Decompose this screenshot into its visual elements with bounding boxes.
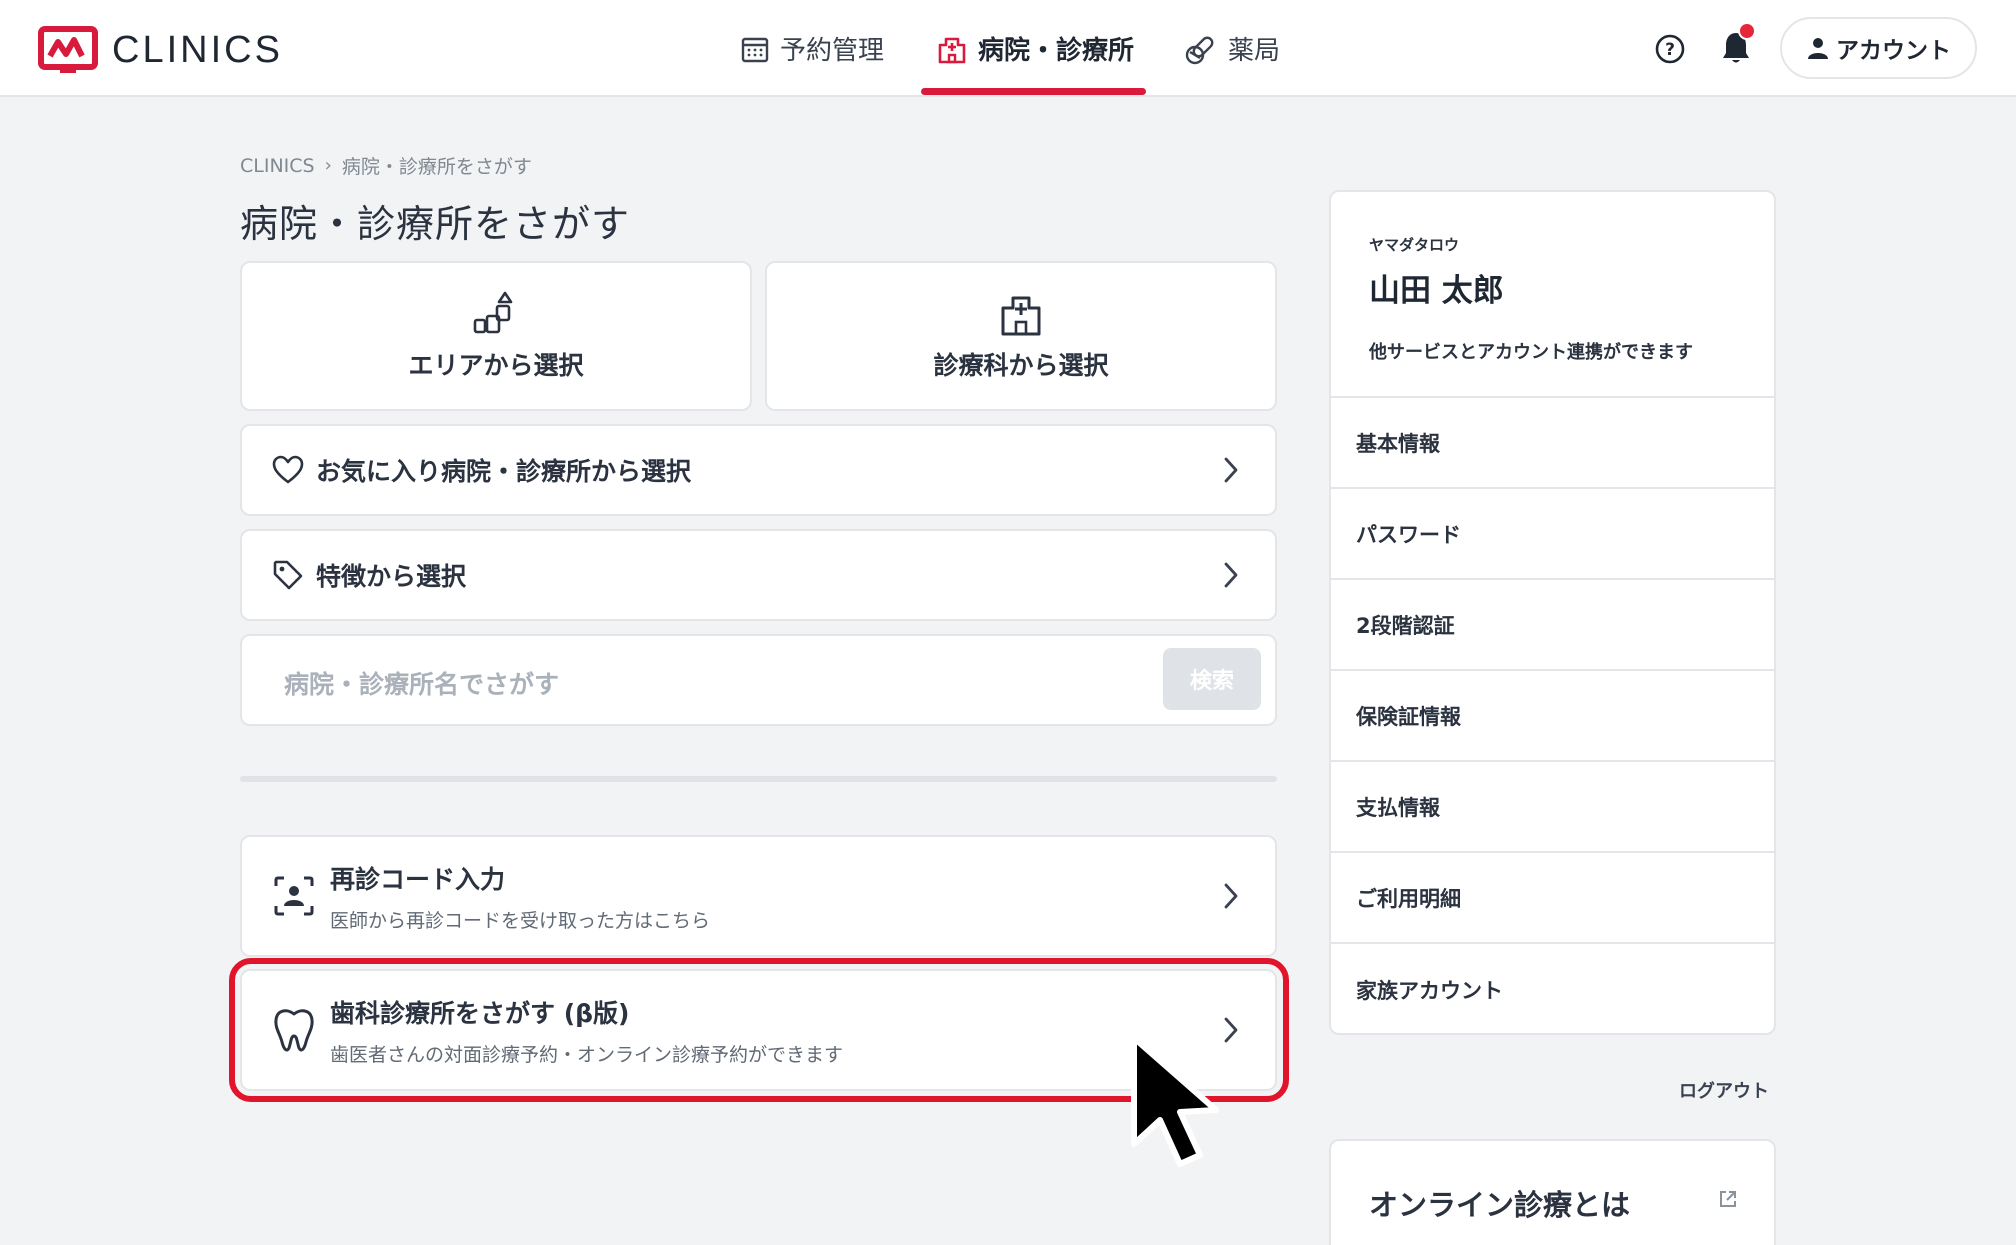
profile-kana: ヤマダタロウ [1369,236,1460,254]
nav-hospitals[interactable]: 病院・診療所 [936,0,1134,97]
menu-insurance[interactable]: 保険証情報 [1331,671,1774,762]
nav-hospitals-label: 病院・診療所 [978,36,1135,66]
notification-badge [1738,22,1756,40]
breadcrumb-separator: › [324,155,332,176]
account-link-text[interactable]: 他サービスとアカウント連携ができます [1369,338,1774,364]
hospital-icon [938,37,966,63]
nav-active-underline [921,88,1146,95]
mouse-cursor-icon [1131,1035,1219,1167]
heart-icon [272,455,304,484]
nav-pharmacy-label: 薬局 [1228,36,1281,66]
menu-family-account[interactable]: 家族アカウント [1331,944,1774,1033]
search-box: 病院・診療所名でさがす 検索 [240,634,1277,726]
chevron-right-icon [1224,883,1238,909]
nav-pharmacy[interactable]: 薬局 [1184,0,1280,97]
account-label: アカウント [1836,38,1951,64]
revisit-code-row[interactable]: 再診コード入力 医師から再診コードを受け取った方はこちら [240,835,1277,957]
chevron-right-icon [1224,562,1238,588]
logo-text: CLINICS [112,28,283,71]
tag-icon [273,560,303,590]
search-input[interactable]: 病院・診療所名でさがす [284,665,559,701]
nav-reservations-label: 予約管理 [780,36,885,66]
select-by-area-tile[interactable]: エリアから選択 [240,261,752,411]
pill-icon [1185,36,1214,64]
select-by-department-label: 診療科から選択 [933,351,1109,380]
select-by-department-tile[interactable]: 診療科から選択 [765,261,1277,411]
online-title: オンライン診療とは [1369,1188,1631,1222]
online-consultation-card[interactable]: オンライン診療とは [1329,1139,1776,1245]
section-divider [240,776,1277,782]
menu-usage-history[interactable]: ご利用明細 [1331,853,1774,944]
breadcrumb: CLINICS › 病院・診療所をさがす [240,152,532,179]
top-header: CLINICS 予約管理 病院・診療所 薬局 ? アカウント [0,0,2016,97]
help-icon[interactable]: ? [1654,33,1686,65]
chevron-right-icon [1224,457,1238,483]
svg-text:?: ? [1665,40,1675,60]
select-by-area-label: エリアから選択 [408,351,584,380]
external-link-icon [1720,1191,1736,1207]
logout-link[interactable]: ログアウト [1679,1077,1769,1103]
features-row[interactable]: 特徴から選択 [240,529,1277,621]
revisit-subtitle: 医師から再診コードを受け取った方はこちら [330,909,711,932]
breadcrumb-root[interactable]: CLINICS [240,155,315,177]
calendar-icon [741,37,769,62]
user-icon [1808,38,1828,59]
favorites-label: お気に入り病院・診療所から選択 [316,457,692,486]
hospital-building-icon [1001,296,1041,336]
features-label: 特徴から選択 [316,562,467,591]
clinics-logo-icon [38,26,98,73]
account-sidebar: ヤマダタロウ 山田 太郎 他サービスとアカウント連携ができます 基本情報 パスワ… [1329,190,1776,1035]
page-title: 病院・診療所をさがす [240,202,631,246]
menu-two-factor[interactable]: 2段階認証 [1331,580,1774,671]
breadcrumb-current: 病院・診療所をさがす [341,156,532,178]
profile-name: 山田 太郎 [1369,273,1504,309]
profile-card: ヤマダタロウ 山田 太郎 他サービスとアカウント連携ができます [1331,192,1774,398]
favorites-row[interactable]: お気に入り病院・診療所から選択 [240,424,1277,516]
account-button[interactable]: アカウント [1780,17,1977,79]
search-button[interactable]: 検索 [1163,648,1261,710]
menu-password[interactable]: パスワード [1331,489,1774,580]
nav-reservations[interactable]: 予約管理 [740,0,884,97]
logo[interactable]: CLINICS [38,26,283,74]
menu-payment[interactable]: 支払情報 [1331,762,1774,853]
revisit-title: 再診コード入力 [330,864,506,894]
menu-basic-info[interactable]: 基本情報 [1331,398,1774,489]
face-scan-icon [274,876,314,916]
area-blocks-icon [473,291,513,334]
